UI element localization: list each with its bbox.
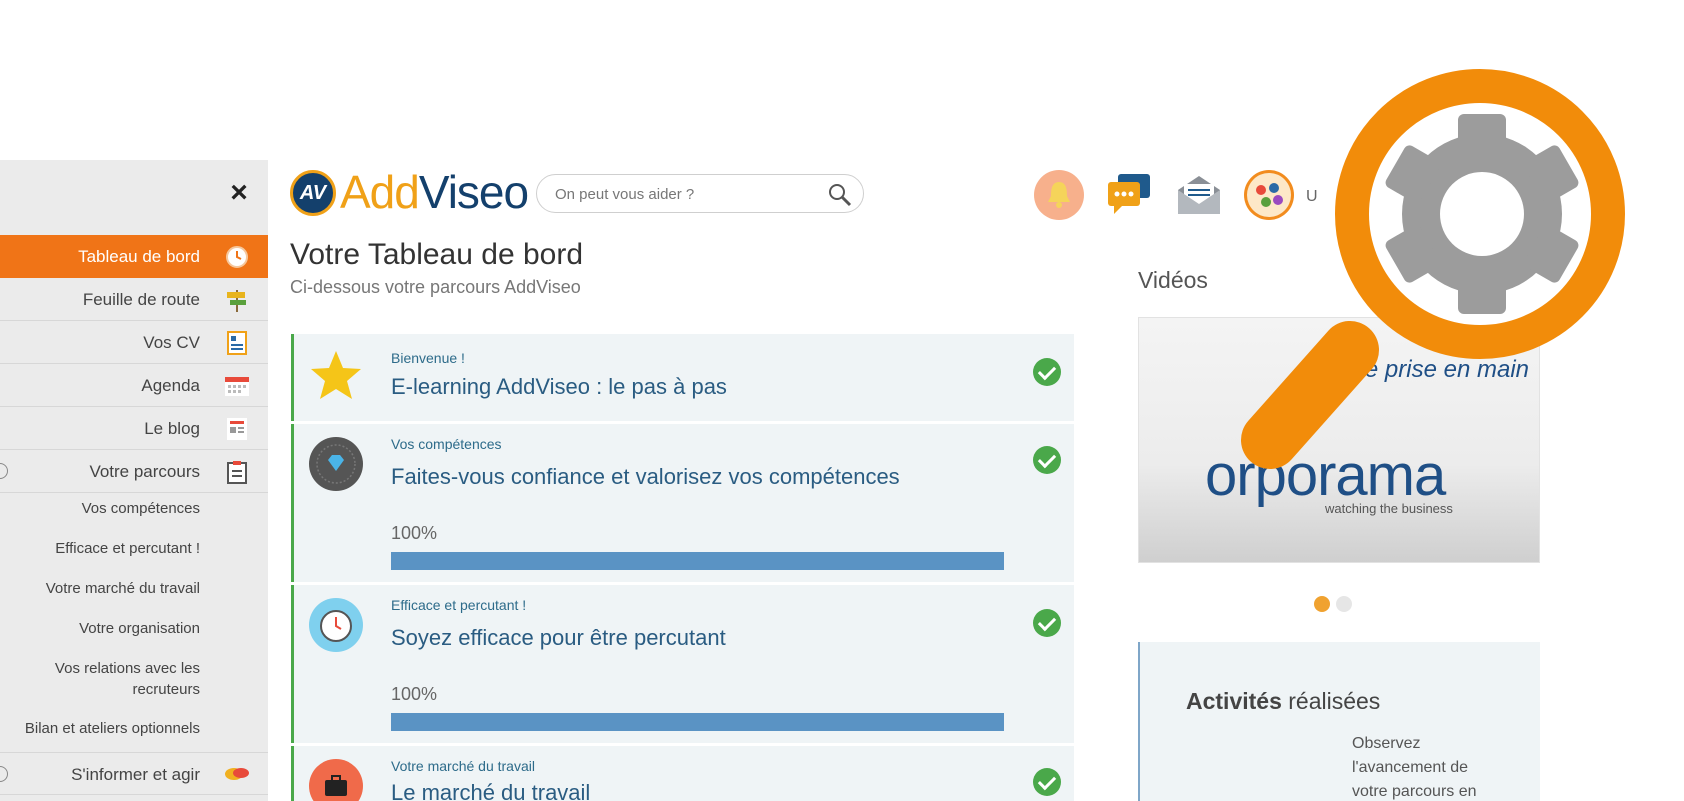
expand-icon[interactable]: [0, 463, 8, 479]
sidebar-subitem-competences[interactable]: Vos compétences: [82, 498, 200, 519]
course-card[interactable]: Votre marché du travail Le marché du tra…: [291, 746, 1074, 801]
sidebar-item-label: Agenda: [141, 376, 200, 395]
progress-fill: [391, 713, 1004, 731]
logo-text-add: Add: [340, 166, 420, 218]
star-icon: [311, 351, 361, 399]
course-card[interactable]: Bienvenue ! E-learning AddViseo : le pas…: [291, 334, 1074, 421]
activities-title-rest: réalisées: [1281, 688, 1381, 714]
sidebar-subitem-organisation[interactable]: Votre organisation: [40, 618, 200, 639]
sidebar-item-label: Vos CV: [143, 333, 200, 352]
card-tag: Votre marché du travail: [391, 758, 535, 774]
card-tag: Vos compétences: [391, 436, 502, 452]
sidebar-item-label: S'informer et agir: [71, 765, 200, 784]
close-sidebar-button[interactable]: ×: [224, 178, 254, 208]
progress-fill: [391, 552, 1004, 570]
clipboard-icon: [227, 461, 247, 484]
search-input[interactable]: [555, 183, 815, 205]
diamond-icon: [309, 437, 363, 491]
sidebar-subitem-relations[interactable]: Vos relations avec les recruteurs: [40, 658, 200, 700]
sidebar-item-label: Feuille de route: [82, 290, 200, 309]
bell-icon[interactable]: [1034, 170, 1084, 220]
progress-label: 100%: [391, 523, 438, 543]
briefcase-icon: [309, 759, 363, 801]
logo-mark: AV: [290, 170, 336, 216]
card-title[interactable]: Le marché du travail: [391, 780, 590, 801]
activities-title: Activités réalisées: [1186, 688, 1380, 715]
sidebar-subitem-marche[interactable]: Votre marché du travail: [46, 578, 200, 599]
sidebar: × Tableau de bord Feuille de route Vos C…: [0, 160, 268, 801]
check-icon: [1033, 358, 1061, 386]
sidebar-item-votre-parcours[interactable]: Votre parcours: [0, 450, 268, 493]
videos-title: Vidéos: [1138, 267, 1208, 293]
calendar-icon: [225, 377, 249, 396]
sidebar-item-tableau-de-bord[interactable]: Tableau de bord: [0, 235, 268, 278]
video-brand: orporama: [1205, 443, 1446, 508]
progress-bar: [391, 713, 1004, 731]
video-player[interactable]: e prise en main orporama watching the bu…: [1138, 317, 1540, 563]
sidebar-item-sinformer[interactable]: S'informer et agir: [0, 752, 268, 795]
course-card[interactable]: Vos compétences Faites-vous confiance et…: [291, 424, 1074, 582]
chat-bubbles-icon: [225, 768, 249, 780]
avatar[interactable]: [1244, 170, 1294, 220]
signpost-icon: [227, 290, 246, 312]
activities-title-bold: Activités: [1186, 688, 1282, 714]
sidebar-item-agenda[interactable]: Agenda: [0, 364, 268, 407]
mail-icon[interactable]: [1174, 170, 1224, 220]
cv-icon: [227, 331, 247, 355]
sidebar-header: ×: [0, 160, 268, 235]
chat-icon[interactable]: [1104, 170, 1154, 220]
card-title[interactable]: E-learning AddViseo : le pas à pas: [391, 374, 727, 400]
page-subtitle: Ci-dessous votre parcours AddViseo: [290, 277, 581, 297]
search-box: [536, 174, 864, 213]
check-icon: [1033, 609, 1061, 637]
sidebar-item-le-blog[interactable]: Le blog: [0, 407, 268, 450]
sidebar-item-feuille-de-route[interactable]: Feuille de route: [0, 278, 268, 321]
video-tagline: watching the business: [1325, 501, 1453, 516]
carousel-dot[interactable]: [1314, 596, 1330, 612]
sidebar-item-label: Le blog: [144, 419, 200, 438]
addviseo-logo[interactable]: AV AddViseo: [290, 166, 529, 218]
video-caption: e prise en main: [1364, 356, 1529, 383]
carousel-dots: [1314, 596, 1358, 617]
progress-label: 100%: [391, 684, 438, 704]
sidebar-subitem-bilan[interactable]: Bilan et ateliers optionnels: [0, 718, 200, 739]
dashboard-icon: [226, 246, 248, 268]
carousel-dot[interactable]: [1336, 596, 1352, 612]
logo-text: AddViseo: [340, 166, 529, 218]
check-icon: [1033, 446, 1061, 474]
card-title[interactable]: Faites-vous confiance et valorisez vos c…: [391, 464, 900, 490]
card-tag: Efficace et percutant !: [391, 597, 527, 613]
logo-text-viseo: Viseo: [418, 166, 529, 218]
sidebar-subitem-efficace[interactable]: Efficace et percutant !: [55, 538, 200, 559]
page-title: Votre Tableau de bord: [290, 238, 584, 271]
user-name[interactable]: U: [1306, 188, 1318, 206]
card-title[interactable]: Soyez efficace pour être percutant: [391, 625, 726, 651]
sidebar-item-label: Tableau de bord: [78, 247, 200, 266]
check-icon: [1033, 768, 1061, 796]
blog-icon: [227, 418, 247, 440]
expand-icon[interactable]: [0, 766, 8, 782]
activities-panel: Activités réalisées Observez l'avancemen…: [1138, 642, 1540, 801]
progress-bar: [391, 552, 1004, 570]
search-icon[interactable]: [827, 182, 853, 208]
activities-description: Observez l'avancement de votre parcours …: [1352, 735, 1477, 800]
course-card[interactable]: Efficace et percutant ! Soyez efficace p…: [291, 585, 1074, 743]
sidebar-item-label: Votre parcours: [89, 462, 200, 481]
sidebar-item-vos-cv[interactable]: Vos CV: [0, 321, 268, 364]
stopwatch-icon: [309, 598, 363, 652]
card-tag: Bienvenue !: [391, 350, 465, 366]
